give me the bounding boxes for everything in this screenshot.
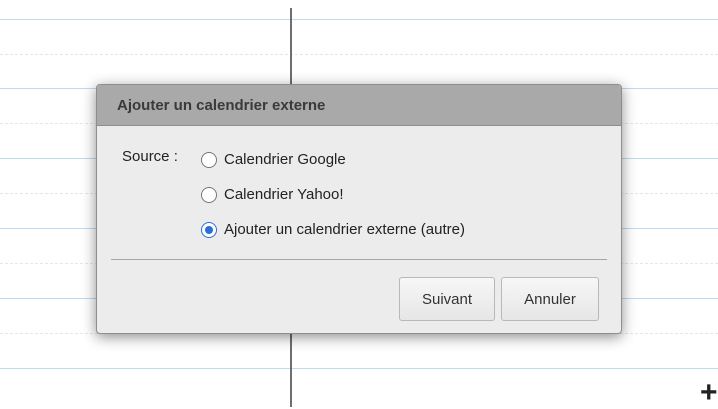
radio-option-google[interactable]: Calendrier Google <box>201 151 346 168</box>
grid-line <box>0 368 718 369</box>
crosshair-cursor-icon: + <box>700 376 718 409</box>
source-label: Source : <box>122 148 178 165</box>
radio-label-other: Ajouter un calendrier externe (autre) <box>224 221 465 238</box>
dialog-header[interactable]: Ajouter un calendrier externe <box>97 85 621 126</box>
dialog-body: Source : Calendrier Google Calendrier Ya… <box>97 126 621 258</box>
grid-line <box>0 54 718 55</box>
radio-option-other[interactable]: Ajouter un calendrier externe (autre) <box>201 221 465 238</box>
dialog-divider <box>111 259 607 260</box>
radio-google[interactable] <box>201 151 217 168</box>
radio-option-yahoo[interactable]: Calendrier Yahoo! <box>201 186 344 203</box>
add-external-calendar-dialog: Ajouter un calendrier externe Source : C… <box>96 84 622 334</box>
cancel-button[interactable]: Annuler <box>501 277 599 321</box>
radio-other[interactable] <box>201 221 217 238</box>
radio-label-google: Calendrier Google <box>224 151 346 168</box>
next-button[interactable]: Suivant <box>399 277 495 321</box>
radio-label-yahoo: Calendrier Yahoo! <box>224 186 344 203</box>
dialog-title: Ajouter un calendrier externe <box>117 96 326 114</box>
grid-line <box>0 19 718 20</box>
radio-yahoo[interactable] <box>201 186 217 203</box>
